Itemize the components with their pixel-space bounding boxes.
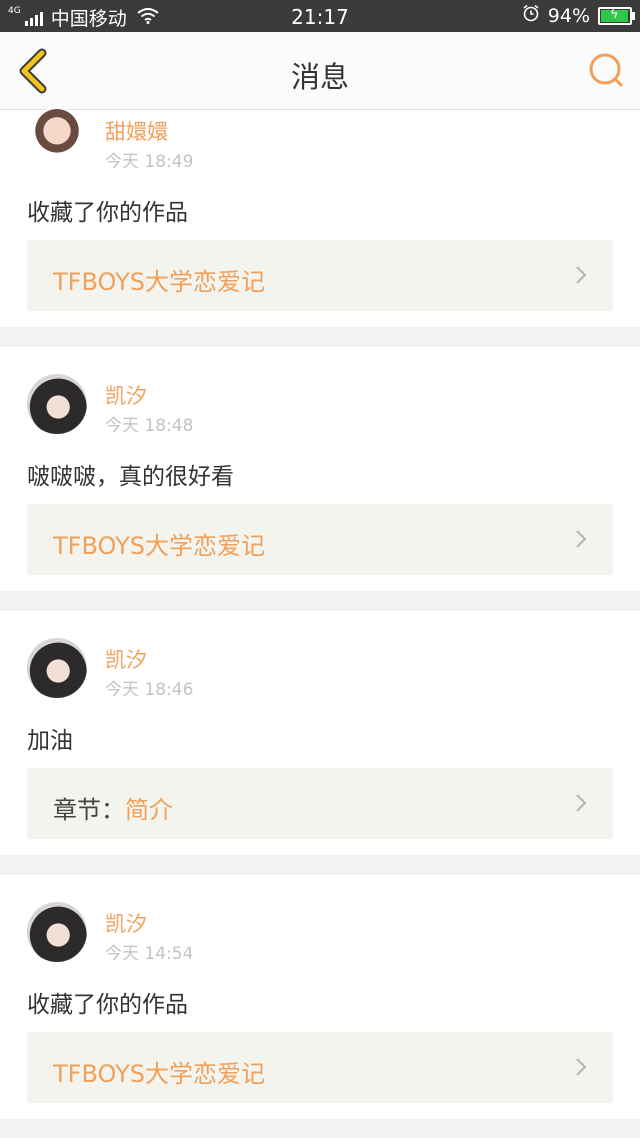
status-bar: 4G 中国移动 21:17 94% ϟ — [0, 0, 640, 32]
notification-card: 凯汐 今天 14:54 收藏了你的作品 TFBOYS大学恋爱记 — [0, 875, 640, 1119]
chevron-right-icon — [576, 794, 587, 812]
user-name[interactable]: 凯汐 — [105, 380, 147, 410]
timestamp: 今天 18:49 — [105, 152, 194, 172]
ref-prefix: 章节： — [53, 796, 125, 824]
chapter-title: 章节：简介 — [53, 790, 173, 825]
user-name[interactable]: 甜嬛嬛 — [105, 116, 168, 146]
search-icon — [589, 53, 623, 87]
page-title: 消息 — [290, 60, 349, 94]
chapter-link[interactable]: 章节：简介 — [27, 768, 613, 839]
work-link[interactable]: TFBOYS大学恋爱记 — [27, 504, 613, 575]
ref-title: TFBOYS大学恋爱记 — [53, 532, 265, 560]
battery-percent: 94% — [547, 4, 590, 27]
status-right: 94% ϟ — [522, 4, 635, 27]
user-name[interactable]: 凯汐 — [105, 644, 147, 674]
alarm-icon — [522, 4, 540, 27]
notification-card: 甜嬛嬛 今天 18:49 收藏了你的作品 TFBOYS大学恋爱记 — [0, 108, 640, 327]
nav-bar: 消息 — [0, 32, 640, 110]
notification-card: 凯汐 今天 18:48 啵啵啵，真的很好看 TFBOYS大学恋爱记 — [0, 347, 640, 591]
avatar[interactable] — [27, 902, 87, 962]
message-text: 收藏了你的作品 — [27, 200, 188, 226]
work-title: TFBOYS大学恋爱记 — [53, 1054, 265, 1089]
chevron-right-icon — [576, 530, 587, 548]
work-link[interactable]: TFBOYS大学恋爱记 — [27, 240, 613, 311]
notification-card: 凯汐 今天 18:46 加油 章节：简介 — [0, 611, 640, 855]
work-title: TFBOYS大学恋爱记 — [53, 262, 265, 297]
message-text: 加油 — [27, 728, 73, 754]
timestamp: 今天 14:54 — [105, 944, 194, 964]
work-title: TFBOYS大学恋爱记 — [53, 526, 265, 561]
user-name[interactable]: 凯汐 — [105, 908, 147, 938]
message-text: 收藏了你的作品 — [27, 992, 188, 1018]
avatar[interactable] — [27, 374, 87, 434]
avatar[interactable] — [27, 108, 87, 168]
ref-title: TFBOYS大学恋爱记 — [53, 1060, 265, 1088]
ref-title: TFBOYS大学恋爱记 — [53, 268, 265, 296]
search-button[interactable] — [586, 50, 626, 90]
message-text: 啵啵啵，真的很好看 — [27, 464, 234, 490]
work-link[interactable]: TFBOYS大学恋爱记 — [27, 1032, 613, 1103]
chevron-right-icon — [576, 1058, 587, 1076]
battery-icon: ϟ — [598, 6, 635, 25]
avatar[interactable] — [27, 638, 87, 698]
ref-title: 简介 — [125, 796, 173, 824]
chevron-right-icon — [576, 266, 587, 284]
timestamp: 今天 18:46 — [105, 680, 194, 700]
timestamp: 今天 18:48 — [105, 416, 194, 436]
